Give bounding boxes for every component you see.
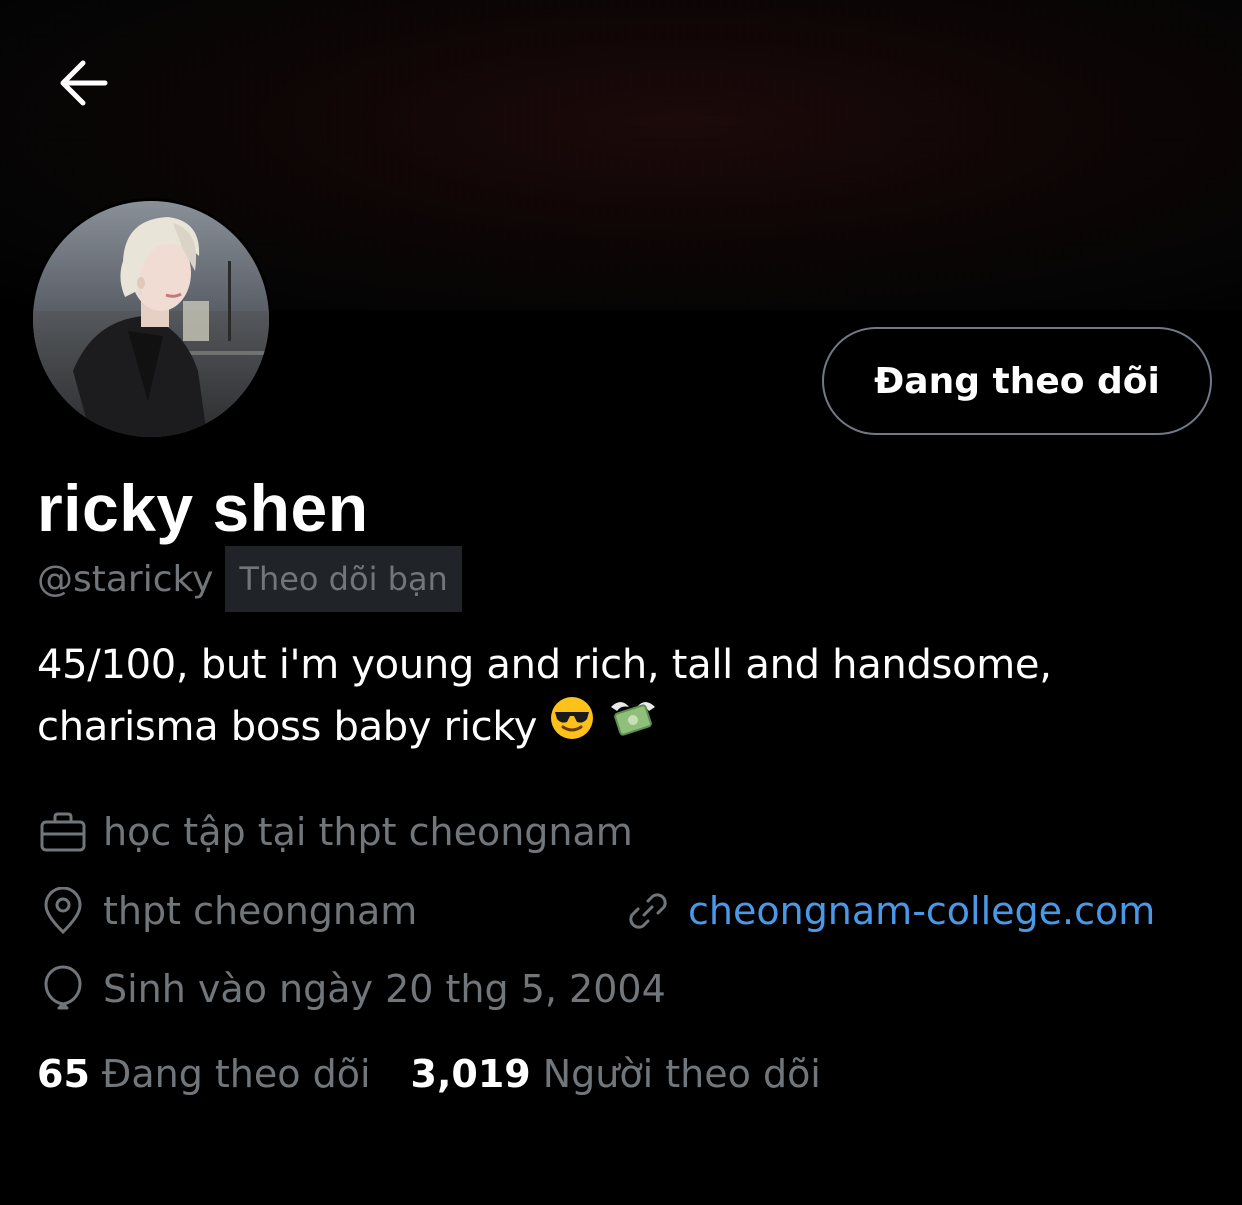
bio-line-2-text: charisma boss baby ricky xyxy=(37,703,538,750)
following-label: Đang theo dõi xyxy=(101,1052,371,1096)
following-button[interactable]: Đang theo dõi xyxy=(822,327,1212,435)
username-handle: @staricky xyxy=(37,558,214,600)
avatar-photo xyxy=(33,201,269,437)
work-text: học tập tại thpt cheongnam xyxy=(103,810,633,854)
website-info[interactable]: cheongnam-college.com xyxy=(622,885,1155,937)
display-name: ricky shen xyxy=(37,471,369,545)
location-info: thpt cheongnam xyxy=(37,885,417,937)
following-stat[interactable]: 65 Đang theo dõi xyxy=(37,1052,371,1096)
bio: 45/100, but i'm young and rich, tall and… xyxy=(37,635,1217,758)
back-button[interactable] xyxy=(50,50,116,116)
money-with-wings-icon xyxy=(607,695,659,758)
smiling-face-with-sunglasses-icon xyxy=(549,695,595,758)
followers-label: Người theo dõi xyxy=(542,1052,821,1096)
avatar[interactable] xyxy=(30,198,272,440)
followers-count: 3,019 xyxy=(410,1052,531,1096)
birthday-info: Sinh vào ngày 20 thg 5, 2004 xyxy=(37,963,666,1015)
briefcase-icon xyxy=(37,806,89,858)
link-icon xyxy=(622,885,674,937)
follow-stats: 65 Đang theo dõi 3,019 Người theo dõi xyxy=(37,1052,821,1096)
work-info: học tập tại thpt cheongnam xyxy=(37,806,633,858)
location-pin-icon xyxy=(37,885,89,937)
balloon-icon xyxy=(37,963,89,1015)
location-text: thpt cheongnam xyxy=(103,889,418,933)
handle-row: @staricky Theo dõi bạn xyxy=(37,546,462,612)
follows-you-badge: Theo dõi bạn xyxy=(225,546,462,612)
following-count: 65 xyxy=(37,1052,90,1096)
followers-stat[interactable]: 3,019 Người theo dõi xyxy=(411,1052,821,1096)
birthday-text: Sinh vào ngày 20 thg 5, 2004 xyxy=(103,967,666,1011)
website-link[interactable]: cheongnam-college.com xyxy=(688,889,1155,933)
arrow-left-icon xyxy=(60,60,108,106)
bio-line-1: 45/100, but i'm young and rich, tall and… xyxy=(37,642,1052,688)
bio-line-2: charisma boss baby ricky xyxy=(37,695,1217,758)
profile-page: Đang theo dõi ricky shen @staricky Theo … xyxy=(0,0,1242,1205)
